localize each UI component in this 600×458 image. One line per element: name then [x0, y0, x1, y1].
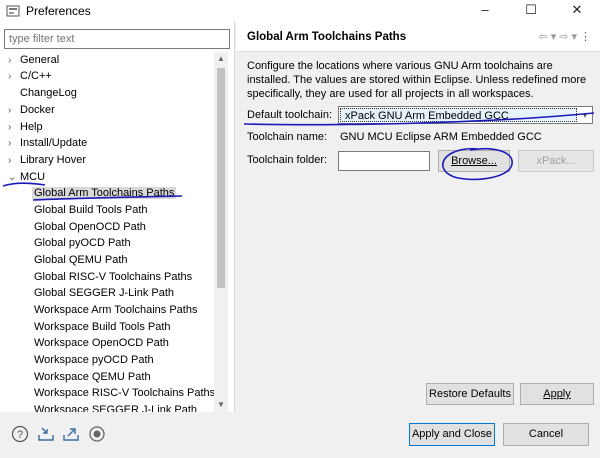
- tree-item-label: C/C++: [20, 70, 52, 82]
- tree-item-install-update[interactable]: › Install/Update: [8, 135, 87, 151]
- default-toolchain-select[interactable]: xPack GNU Arm Embedded GCC ▾: [338, 106, 593, 124]
- tree-item-changelog[interactable]: ChangeLog: [8, 85, 77, 101]
- forward-menu-chevron-icon[interactable]: ▾: [571, 31, 580, 43]
- tree-item-label: Workspace QEMU Path: [34, 371, 151, 383]
- tree-item-label: Global OpenOCD Path: [34, 221, 146, 233]
- tree-item-mcu[interactable]: ⌄ MCU: [8, 169, 45, 185]
- toolchain-folder-input[interactable]: [338, 151, 430, 171]
- svg-text:?: ?: [17, 429, 23, 441]
- tree-item-label: Workspace Arm Toolchains Paths: [34, 304, 198, 316]
- expand-arrow-icon[interactable]: ›: [8, 153, 20, 169]
- tree-item-global-arm-toolchains-paths[interactable]: Global Arm Toolchains Paths: [32, 185, 177, 201]
- preference-navigation-pane: ›General ›C/C++ ChangeLog ›Docker ›Help …: [0, 22, 235, 412]
- tree-item-label: Install/Update: [20, 137, 88, 149]
- page-header: Global Arm Toolchains Paths ⇦▾⇨▾⋮: [236, 22, 600, 52]
- expand-arrow-icon[interactable]: ›: [8, 103, 20, 119]
- help-icon[interactable]: ?: [11, 425, 29, 443]
- tree-item-label: Workspace RISC-V Toolchains Paths: [34, 387, 214, 399]
- window-title: Preferences: [26, 4, 91, 18]
- dialog-button-bar: ? Apply and Close Cancel: [0, 412, 600, 458]
- tree-item-label: Global SEGGER J-Link Path: [34, 287, 175, 299]
- maximize-button[interactable]: ☐: [508, 0, 554, 22]
- apply-and-close-button[interactable]: Apply and Close: [409, 423, 495, 446]
- tree-item-label: Workspace Build Tools Path: [34, 321, 171, 333]
- filter-input[interactable]: [4, 29, 230, 49]
- page-title: Global Arm Toolchains Paths: [247, 31, 407, 43]
- title-bar: Preferences – ☐ ✕: [0, 0, 600, 22]
- tree-item-label: Library Hover: [20, 154, 87, 166]
- scroll-down-icon[interactable]: ▼: [214, 398, 228, 412]
- tree-item-global-build-tools-path[interactable]: Global Build Tools Path: [34, 202, 148, 218]
- apply-button-label: Apply: [543, 388, 571, 400]
- tree-item-workspace-segger-jlink-path[interactable]: Workspace SEGGER J-Link Path: [34, 402, 197, 412]
- tree-item-label: Workspace OpenOCD Path: [34, 337, 169, 349]
- tree-item-workspace-pyocd-path[interactable]: Workspace pyOCD Path: [34, 352, 154, 368]
- forward-icon[interactable]: ⇨: [559, 31, 571, 43]
- xpack-button[interactable]: xPack...: [518, 150, 594, 172]
- tree-item-global-riscv-toolchains-paths[interactable]: Global RISC-V Toolchains Paths: [34, 269, 192, 285]
- scrollbar-thumb[interactable]: [217, 68, 225, 288]
- export-icon[interactable]: [62, 425, 80, 443]
- minimize-button[interactable]: –: [462, 0, 508, 22]
- collapse-arrow-icon[interactable]: ⌄: [8, 170, 20, 186]
- import-icon[interactable]: [37, 425, 55, 443]
- tree-item-label: ChangeLog: [20, 87, 77, 99]
- tree-item-label: Global RISC-V Toolchains Paths: [34, 271, 193, 283]
- tree-item-global-openocd-path[interactable]: Global OpenOCD Path: [34, 219, 146, 235]
- apply-button[interactable]: Apply: [520, 383, 594, 405]
- tree-item-label: Workspace pyOCD Path: [34, 354, 154, 366]
- tree-item-workspace-riscv-toolchains-paths[interactable]: Workspace RISC-V Toolchains Paths: [34, 385, 214, 401]
- default-toolchain-value: xPack GNU Arm Embedded GCC: [340, 108, 577, 122]
- tree-item-docker[interactable]: › Docker: [8, 102, 55, 118]
- tree-item-help[interactable]: › Help: [8, 119, 43, 135]
- tree-item-workspace-openocd-path[interactable]: Workspace OpenOCD Path: [34, 335, 169, 351]
- tree-item-label: MCU: [20, 171, 46, 183]
- back-icon[interactable]: ⇦: [539, 31, 551, 43]
- tree-item-workspace-arm-toolchains-paths[interactable]: Workspace Arm Toolchains Paths: [34, 302, 197, 318]
- tree-item-label: General: [20, 54, 60, 66]
- tree-item-workspace-build-tools-path[interactable]: Workspace Build Tools Path: [34, 319, 171, 335]
- close-button[interactable]: ✕: [554, 0, 600, 22]
- toolchain-name-label: Toolchain name:: [247, 131, 328, 143]
- app-icon: [6, 5, 20, 17]
- chevron-down-icon[interactable]: ▾: [578, 107, 592, 123]
- tree-item-label: Workspace SEGGER J-Link Path: [34, 404, 198, 412]
- tree-item-cpp[interactable]: › C/C++: [8, 68, 52, 84]
- expand-arrow-icon[interactable]: ›: [8, 53, 20, 69]
- preference-page: Global Arm Toolchains Paths ⇦▾⇨▾⋮ Config…: [236, 22, 600, 412]
- tree-item-label: Global Arm Toolchains Paths: [32, 187, 177, 199]
- restore-defaults-button[interactable]: Restore Defaults: [426, 383, 514, 405]
- tree-item-workspace-qemu-path[interactable]: Workspace QEMU Path: [34, 369, 151, 385]
- tree-item-global-pyocd-path[interactable]: Global pyOCD Path: [34, 235, 131, 251]
- page-description: Configure the locations where various GN…: [247, 60, 587, 100]
- expand-arrow-icon[interactable]: ›: [8, 120, 20, 136]
- expand-arrow-icon[interactable]: ›: [8, 136, 20, 152]
- toolchain-name-value: GNU MCU Eclipse ARM Embedded GCC: [340, 131, 542, 143]
- default-toolchain-label: Default toolchain:: [247, 109, 332, 121]
- tree-item-label: Help: [20, 121, 43, 133]
- expand-arrow-icon[interactable]: ›: [8, 69, 20, 85]
- preference-tree: › General › C/C++ ChangeLog › Docker › Help …: [0, 52, 214, 412]
- record-icon[interactable]: [88, 425, 106, 443]
- tree-item-global-qemu-path[interactable]: Global QEMU Path: [34, 252, 128, 268]
- page-navigation: ⇦▾⇨▾⋮: [539, 30, 595, 43]
- tree-item-label: Global Build Tools Path: [34, 204, 148, 216]
- scroll-up-icon[interactable]: ▲: [214, 52, 228, 66]
- tree-item-label: Docker: [20, 104, 55, 116]
- view-menu-icon[interactable]: ⋮: [580, 31, 594, 43]
- tree-item-global-segger-jlink-path[interactable]: Global SEGGER J-Link Path: [34, 285, 174, 301]
- cancel-button[interactable]: Cancel: [503, 423, 589, 446]
- tree-scrollbar[interactable]: ▲ ▼: [214, 52, 228, 412]
- toolchain-folder-label: Toolchain folder:: [247, 154, 328, 166]
- back-menu-chevron-icon[interactable]: ▾: [551, 31, 560, 43]
- tree-item-label: Global pyOCD Path: [34, 237, 131, 249]
- browse-button-label: Browse...: [451, 155, 497, 167]
- tree-item-library-hover[interactable]: › Library Hover: [8, 152, 86, 168]
- browse-button[interactable]: Browse...: [438, 150, 510, 172]
- tree-item-label: Global QEMU Path: [34, 254, 128, 266]
- tree-item-general[interactable]: › General: [8, 52, 59, 68]
